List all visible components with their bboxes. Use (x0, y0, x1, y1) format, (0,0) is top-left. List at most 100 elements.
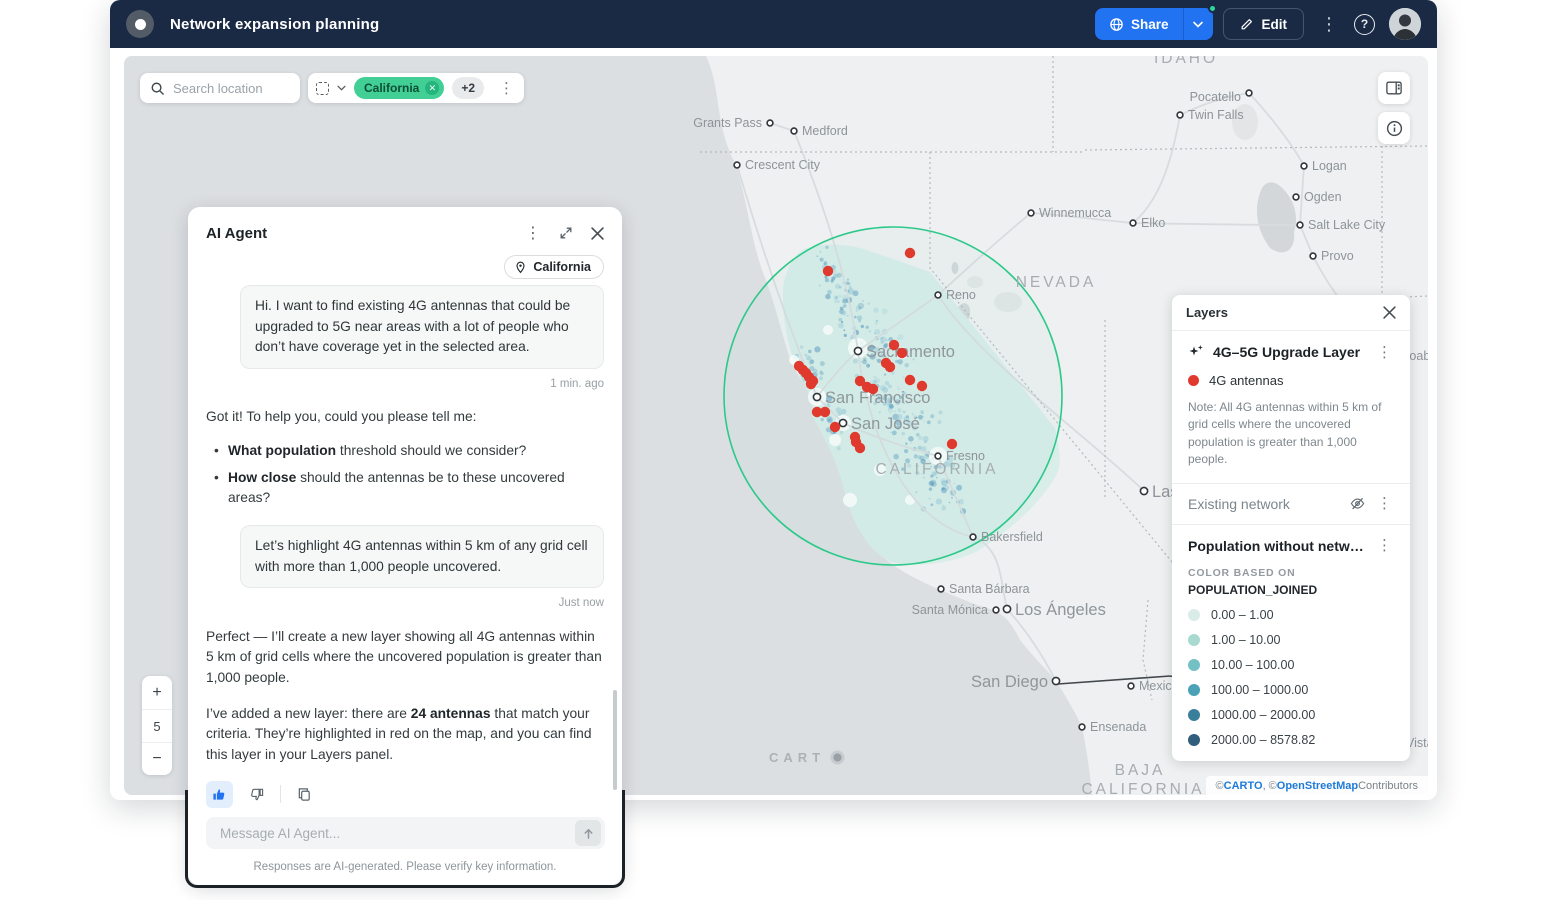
search-input[interactable]: Search location (173, 81, 263, 96)
map-info-button[interactable] (1378, 112, 1410, 144)
help-icon[interactable]: ? (1354, 14, 1375, 35)
antenna-legend-label: 4G antennas (1209, 373, 1283, 388)
ai-agent-panel: AI Agent ⋮ California Hi. I wa (188, 207, 622, 885)
map-city-marker (970, 534, 976, 540)
thumbs-up-icon (212, 787, 227, 802)
visibility-off-icon[interactable] (1349, 496, 1366, 511)
layer-options-icon[interactable]: ⋮ (1375, 496, 1394, 511)
antenna-dot[interactable] (868, 384, 878, 394)
legend-color-swatch (1188, 659, 1200, 671)
map-city-marker (1079, 724, 1085, 730)
agent-message: I’ve added a new layer: there are 24 ant… (206, 704, 604, 766)
top-bar: Network expansion planning Share (110, 0, 1437, 48)
share-button-label: Share (1131, 17, 1169, 32)
antenna-dot[interactable] (823, 266, 833, 276)
attribution-text: Contributors (1358, 780, 1418, 792)
map-city-label: Crescent City (745, 158, 821, 172)
thumbs-up-button[interactable] (206, 781, 233, 808)
map-city-marker (854, 347, 861, 354)
antenna-dot[interactable] (905, 248, 915, 258)
agent-message: Perfect — I’ll create a new layer showin… (206, 627, 604, 689)
map-city-marker (1177, 112, 1183, 118)
more-options-icon[interactable]: ⋮ (1314, 15, 1344, 33)
attribution-text: , © (1263, 780, 1277, 792)
antenna-dot[interactable] (855, 443, 865, 453)
antenna-dot[interactable] (889, 340, 899, 350)
ai-disclaimer: Responses are AI-generated. Please verif… (188, 861, 622, 873)
close-icon[interactable] (591, 227, 604, 240)
draw-selection-icon[interactable] (316, 82, 329, 95)
layer-options-icon[interactable]: ⋮ (1375, 538, 1394, 553)
layout-panel-icon (1386, 81, 1402, 95)
map-city-label: Los Ángeles (1015, 600, 1106, 619)
share-dropdown-button[interactable] (1183, 8, 1213, 40)
map-city-label: Twin Falls (1188, 108, 1244, 122)
share-button[interactable]: Share (1095, 8, 1183, 40)
map-city-marker (1297, 222, 1303, 228)
expand-icon[interactable] (559, 226, 573, 240)
color-based-on-caption: COLOR BASED ON (1188, 567, 1394, 579)
thumbs-down-button[interactable] (243, 781, 270, 808)
context-chip-california[interactable]: California (504, 255, 604, 279)
send-button[interactable] (575, 820, 601, 846)
chat-options-icon[interactable]: ⋮ (525, 223, 541, 243)
info-icon (1386, 120, 1403, 137)
antenna-dot[interactable] (905, 375, 915, 385)
map-city-label: Ogden (1304, 190, 1342, 204)
layer-item-population: Population without netwo... ⋮ COLOR BASE… (1172, 524, 1410, 761)
ai-agent-header: AI Agent ⋮ (188, 207, 622, 249)
chat-messages: Hi. I want to find existing 4G antennas … (188, 279, 622, 808)
ai-agent-title: AI Agent (206, 225, 267, 242)
layer-options-icon[interactable]: ⋮ (1375, 345, 1394, 360)
legend-color-swatch (1188, 684, 1200, 696)
more-filters-chip[interactable]: +2 (452, 77, 484, 99)
openstreetmap-link[interactable]: OpenStreetMap (1277, 780, 1358, 792)
filter-chip-california[interactable]: California ✕ (354, 77, 444, 99)
antenna-dot[interactable] (820, 407, 830, 417)
feedback-row (206, 781, 604, 808)
carto-logo-icon[interactable] (126, 10, 154, 38)
map-city-label: Fresno (946, 449, 985, 463)
location-pin-icon (514, 261, 527, 274)
zoom-out-button[interactable]: − (142, 742, 172, 775)
map-city-label: Sacramento (866, 343, 955, 361)
map-city-label: Pocatello (1190, 90, 1241, 104)
map-city-marker (935, 453, 941, 459)
carto-link[interactable]: CARTO (1224, 780, 1263, 792)
map-city-label: Bakersfield (981, 530, 1043, 544)
chat-scrollbar[interactable] (613, 690, 617, 790)
search-location-bar[interactable]: Search location (140, 73, 300, 103)
antenna-dot[interactable] (897, 348, 907, 358)
map-city-marker (839, 419, 846, 426)
zoom-in-button[interactable]: + (142, 676, 172, 709)
filter-options-icon[interactable]: ⋮ (497, 81, 516, 96)
chevron-down-icon (1193, 21, 1203, 28)
great-salt-lake (1257, 182, 1296, 252)
antenna-dot[interactable] (917, 381, 927, 391)
antenna-dot[interactable] (806, 379, 816, 389)
remove-filter-icon[interactable]: ✕ (425, 81, 439, 95)
map-city-marker (1310, 253, 1316, 259)
chevron-down-icon[interactable] (337, 85, 346, 91)
user-avatar[interactable] (1389, 8, 1421, 40)
send-arrow-icon (582, 827, 595, 840)
avatar-photo (1389, 8, 1421, 40)
map-city-label: Ensenada (1090, 720, 1146, 734)
close-icon[interactable] (1383, 306, 1396, 319)
map-city-label: Salt Lake City (1308, 218, 1386, 232)
map-city-label: Santa Bárbara (949, 582, 1030, 596)
map-city-label: San Diego (971, 673, 1048, 691)
pencil-icon (1240, 17, 1254, 31)
map-state-label: BAJA (1115, 762, 1166, 779)
legend-color-swatch (1188, 734, 1200, 746)
edit-button[interactable]: Edit (1223, 8, 1305, 40)
antenna-dot[interactable] (830, 422, 840, 432)
map-city-marker (1052, 677, 1059, 684)
legend-item: 1.00 – 10.00 (1188, 633, 1394, 647)
toggle-panel-button[interactable] (1378, 72, 1410, 104)
antenna-dot[interactable] (885, 362, 895, 372)
chat-input[interactable]: Message AI Agent... (206, 817, 605, 849)
antenna-dot[interactable] (947, 439, 957, 449)
ai-sparkle-icon (1188, 344, 1204, 360)
copy-button[interactable] (291, 781, 318, 808)
